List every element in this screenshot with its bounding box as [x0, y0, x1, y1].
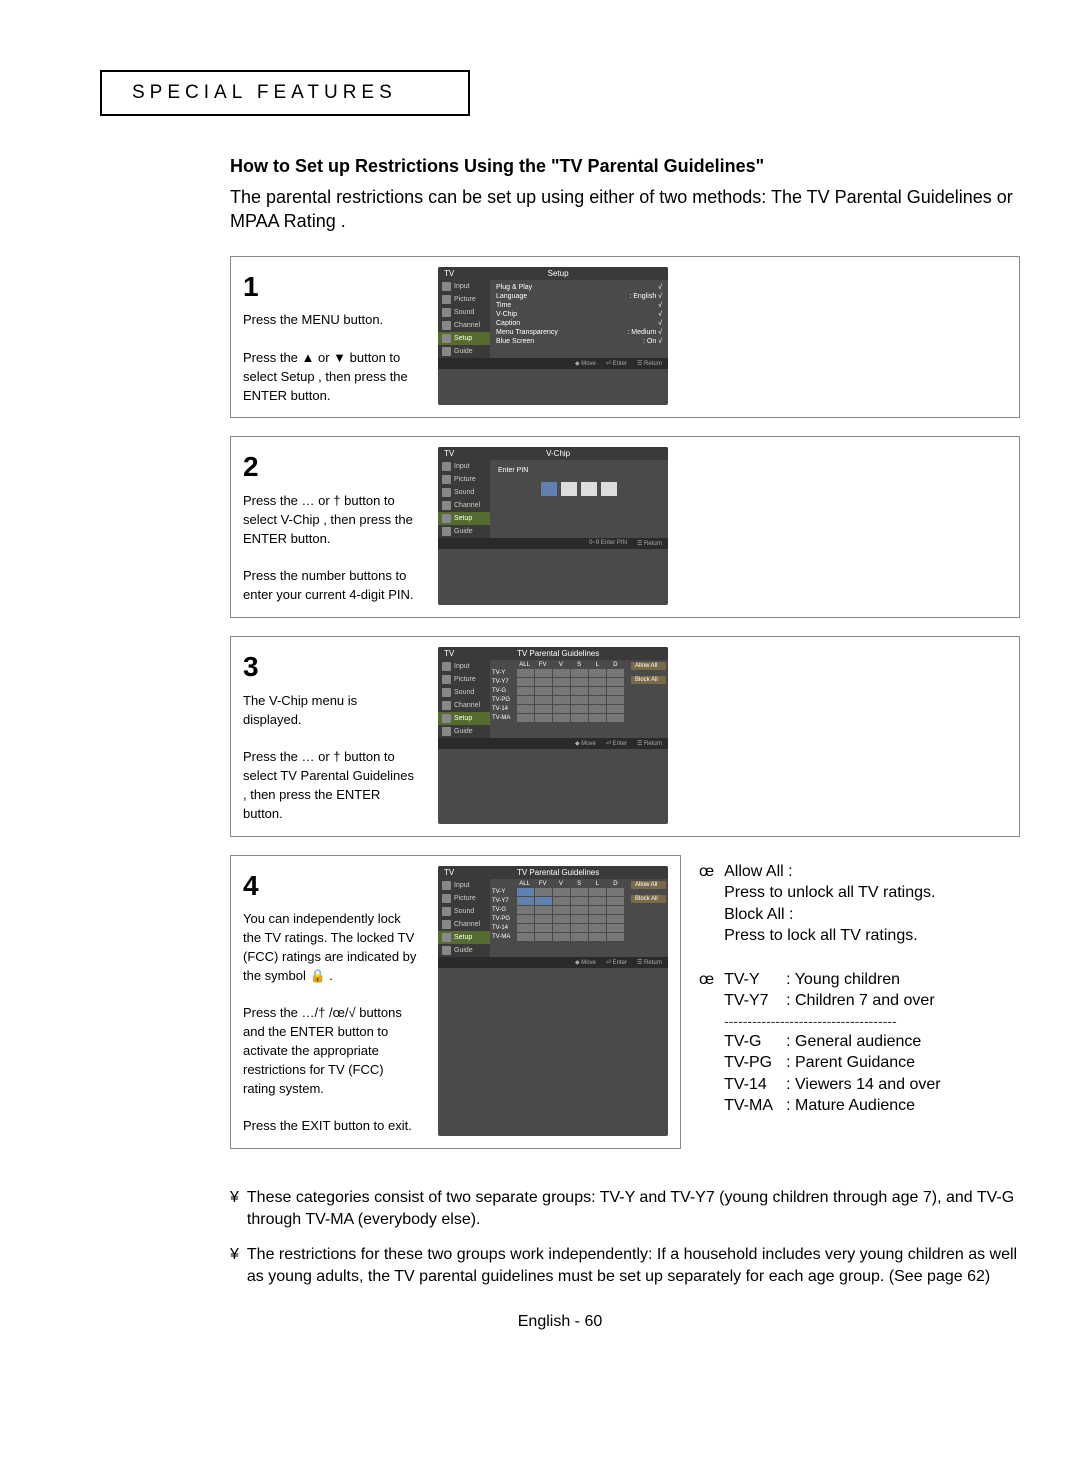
step-2-number: 2: [243, 447, 418, 488]
page-footer: English - 60: [100, 1313, 1020, 1331]
note-1: ¥ These categories consist of two separa…: [230, 1187, 1020, 1230]
rating-tv14: TV-14: Viewers 14 and over: [724, 1074, 940, 1096]
step-4-text-3: Press the EXIT button to exit.: [243, 1117, 418, 1136]
osd-tv-label: TV: [444, 449, 454, 458]
allow-all-label: Allow All :: [724, 861, 935, 883]
rating-tvpg: TV-PG: Parent Guidance: [724, 1052, 940, 1074]
osd-vchip-pin: TV V-Chip Input Picture Sound Channel Se…: [438, 447, 668, 605]
pin-input-boxes: [494, 476, 664, 502]
step-3-text-1: The V-Chip menu is displayed.: [243, 692, 418, 730]
step-3-text-2: Press the … or † button to select TV Par…: [243, 748, 418, 823]
step-4: 4 You can independently lock the TV rati…: [230, 855, 681, 1150]
step-2-text-2: Press the number buttons to enter your c…: [243, 567, 418, 605]
osd-parental-guidelines-1: TV TV Parental Guidelines Input Picture …: [438, 647, 668, 824]
intro-text: The parental restrictions can be set up …: [230, 185, 1020, 234]
step-1-number: 1: [243, 267, 418, 308]
section-title-box: SPECIAL FEATURES: [100, 70, 470, 116]
step-4-number: 4: [243, 866, 418, 907]
step-4-text-1: You can independently lock the TV rating…: [243, 910, 418, 985]
section-title: SPECIAL FEATURES: [132, 82, 438, 104]
rating-divider: -------------------------------------: [724, 1012, 940, 1031]
osd-side-channel: Channel: [438, 319, 490, 332]
osd-side-input: Input: [438, 280, 490, 293]
osd-setup-menu: TV Setup Input Picture Sound Channel Set…: [438, 267, 668, 406]
legend-bullet: œ: [699, 861, 714, 947]
step-1-text-1: Press the MENU button.: [243, 311, 418, 330]
legend-bullet: œ: [699, 969, 714, 1117]
block-all-text: Press to lock all TV ratings.: [724, 925, 935, 947]
osd-side-setup: Setup: [438, 332, 490, 345]
rating-tvy7: TV-Y7: Children 7 and over: [724, 990, 940, 1012]
legend-column: œ Allow All : Press to unlock all TV rat…: [699, 861, 941, 1117]
allow-all-text: Press to unlock all TV ratings.: [724, 882, 935, 904]
osd-title: Setup: [548, 269, 569, 278]
note-2: ¥ The restrictions for these two groups …: [230, 1244, 1020, 1287]
osd-side-guide: Guide: [438, 345, 490, 358]
step-1-text-2: Press the ▲ or ▼ button to select Setup …: [243, 349, 418, 406]
osd-parental-guidelines-2: TV TV Parental Guidelines Input Picture …: [438, 866, 668, 1137]
step-2: 2 Press the … or † button to select V-Ch…: [230, 436, 1020, 618]
step-3-number: 3: [243, 647, 418, 688]
osd-side-picture: Picture: [438, 293, 490, 306]
osd-tv-label: TV: [444, 269, 454, 278]
osd-title: V-Chip: [546, 449, 570, 458]
step-3: 3 The V-Chip menu is displayed. Press th…: [230, 636, 1020, 837]
rating-tvma: TV-MA: Mature Audience: [724, 1095, 940, 1117]
rating-tvy: TV-Y: Young children: [724, 969, 940, 991]
step-1: 1 Press the MENU button. Press the ▲ or …: [230, 256, 1020, 419]
block-all-label: Block All :: [724, 904, 935, 926]
rating-tvg: TV-G: General audience: [724, 1031, 940, 1053]
step-4-text-2: Press the …/† /œ/√ buttons and the ENTER…: [243, 1004, 418, 1098]
osd-side-sound: Sound: [438, 306, 490, 319]
step-2-text-1: Press the … or † button to select V-Chip…: [243, 492, 418, 549]
main-heading: How to Set up Restrictions Using the "TV…: [230, 156, 1020, 177]
